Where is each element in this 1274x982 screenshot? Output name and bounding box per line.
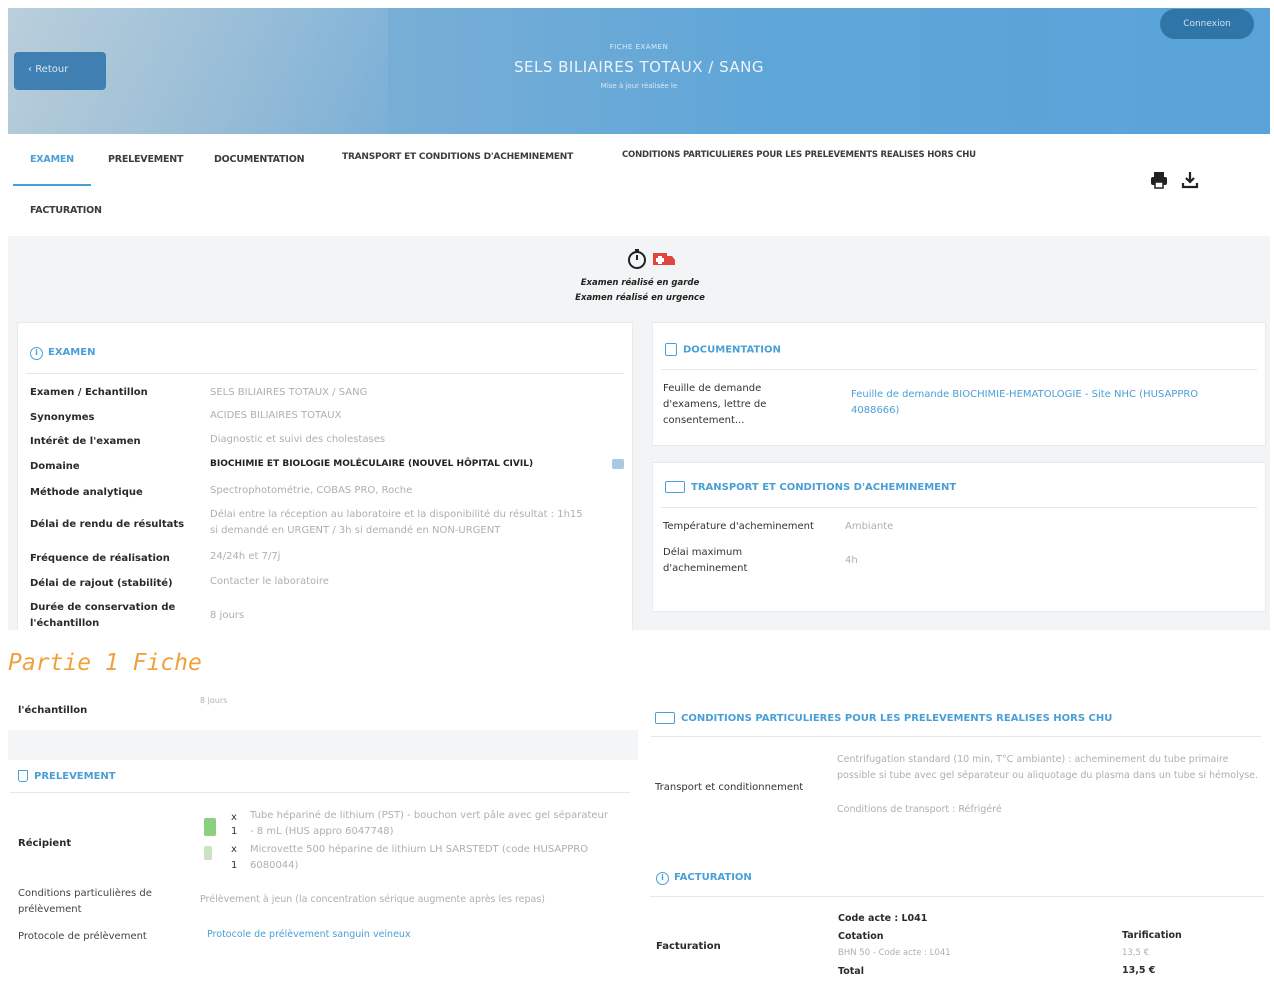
protocol-label: Protocole de prélèvement	[18, 931, 147, 942]
facturation-heading: i FACTURATION	[656, 872, 752, 885]
download-icon[interactable]	[1180, 170, 1200, 190]
tab-conditions-hors-chu[interactable]: CONDITIONS PARTICULIERES POUR LES PRELEV…	[622, 150, 976, 160]
examen-label-0: Examen / Echantillon	[30, 387, 148, 398]
print-icon[interactable]	[1149, 170, 1171, 190]
tab-transport[interactable]: TRANSPORT ET CONDITIONS D'ACHEMINEMENT	[342, 152, 573, 162]
examen-label-7: Délai de rajout (stabilité)	[30, 578, 173, 589]
examen-value-0: SELS BILIAIRES TOTAUX / SANG	[210, 387, 368, 398]
documentation-label: Feuille de demande d'examens, lettre de …	[663, 383, 767, 426]
page-title: SELS BILIAIRES TOTAUX / SANG	[514, 58, 764, 76]
examen-value-5: Délai entre la réception au laboratoire …	[210, 509, 583, 536]
examen-label-1: Synonymes	[30, 412, 95, 423]
tab-facturation[interactable]: FACTURATION	[30, 205, 102, 216]
examen-card: i EXAMEN Examen / Echantillon SELS BILIAI…	[17, 322, 633, 630]
timer-icon	[626, 248, 648, 270]
tarification-label: Tarification	[1122, 930, 1182, 941]
tarification-value: 13,5 €	[1122, 948, 1150, 958]
examen-label-6: Fréquence de réalisation	[30, 553, 170, 564]
hors-chu-value-1: Centrifugation standard (10 min, T°C amb…	[837, 754, 1259, 781]
badge-garde: Examen réalisé en garde	[580, 278, 700, 288]
documentation-heading: DOCUMENTATION	[665, 343, 781, 356]
part-label: Partie 1 Fiche	[8, 650, 202, 676]
badge-urgence: Examen réalisé en urgence	[575, 293, 705, 303]
examen-label-5: Délai de rendu de résultats	[30, 519, 185, 530]
documentation-card: DOCUMENTATION Feuille de demande d'exame…	[652, 322, 1266, 446]
examen-value-7: Contacter le laboratoire	[210, 576, 329, 587]
truck-icon	[655, 712, 675, 724]
examen-label-3: Domaine	[30, 461, 80, 472]
recipient-label: Récipient	[18, 838, 72, 849]
hors-chu-card: CONDITIONS PARTICULIERES POUR LES PRELEV…	[645, 694, 1269, 836]
tube-icon-small	[204, 846, 212, 860]
examen-label-4: Méthode analytique	[30, 487, 143, 498]
tube-icon-green	[204, 818, 216, 836]
prelevement-heading: PRELEVEMENT	[18, 770, 116, 782]
transport-heading: TRANSPORT ET CONDITIONS D'ACHEMINEMENT	[665, 481, 956, 493]
protocol-link[interactable]: Protocole de prélèvement sanguin veineux	[207, 929, 411, 940]
examen-label-8: Durée de conservation de l'échantillon	[30, 602, 176, 629]
conditions-label: Conditions particulières de prélèvement	[18, 888, 152, 915]
tab-documentation[interactable]: DOCUMENTATION	[214, 154, 305, 165]
examen-value-3: BIOCHIMIE ET BIOLOGIE MOLÉCULAIRE (NOUVE…	[210, 459, 534, 469]
page-overline: FICHE EXAMEN	[609, 43, 669, 51]
transport-temp-label: Température d'acheminement	[663, 521, 814, 532]
continued-value: 8 jours	[200, 696, 228, 705]
recipient-item1-x: x	[231, 812, 237, 823]
lower-background	[8, 730, 638, 760]
tab-prelevement[interactable]: PRELEVEMENT	[108, 154, 184, 165]
login-button[interactable]: Connexion	[1160, 9, 1254, 39]
tab-active-indicator	[13, 184, 91, 186]
examen-heading: i EXAMEN	[30, 347, 95, 360]
recipient-item2-text: Microvette 500 héparine de lithium LH SA…	[250, 844, 589, 871]
external-link-icon[interactable]	[612, 459, 624, 469]
recipient-item2-qty: 1	[231, 860, 238, 871]
facturation-code-acte: Code acte : L041	[838, 913, 928, 924]
conditions-value: Prélèvement à jeun (la concentration sér…	[200, 894, 546, 905]
hors-chu-heading: CONDITIONS PARTICULIERES POUR LES PRELEV…	[655, 712, 1112, 724]
transport-temp-value: Ambiante	[845, 521, 894, 532]
documentation-link[interactable]: Feuille de demande BIOCHIMIE-HEMATOLOGIE…	[851, 387, 1231, 419]
tarification-total: 13,5 €	[1122, 965, 1156, 976]
examen-value-2: Diagnostic et suivi des cholestases	[210, 434, 386, 445]
examen-value-6: 24/24h et 7/7j	[210, 551, 281, 562]
tab-examen[interactable]: EXAMEN	[30, 154, 74, 165]
transport-delay-label: Délai maximum d'acheminement	[663, 547, 748, 574]
examen-value-4: Spectrophotométrie, COBAS PRO, Roche	[210, 485, 413, 496]
examen-value-8: 8 jours	[210, 610, 245, 621]
header-banner: ‹ Retour FICHE EXAMEN SELS BILIAIRES TOT…	[8, 8, 1270, 134]
facturation-cotation: Cotation	[838, 931, 884, 942]
facturation-label: Facturation	[656, 941, 721, 952]
recipient-item1-qty: 1	[231, 826, 238, 837]
page-subline: Mise à jour réalisée le	[600, 82, 678, 90]
transport-card: TRANSPORT ET CONDITIONS D'ACHEMINEMENT T…	[652, 462, 1266, 612]
info-icon: i	[656, 872, 669, 885]
hors-chu-label: Transport et conditionnement	[655, 782, 804, 793]
flask-icon	[18, 770, 28, 782]
recipient-item2-x: x	[231, 844, 237, 855]
ambulance-icon	[652, 250, 676, 268]
facturation-total: Total	[838, 966, 864, 977]
document-icon	[665, 343, 677, 356]
hors-chu-value-2: Conditions de transport : Réfrigéré	[837, 804, 1002, 815]
continued-label: l'échantillon	[18, 705, 88, 716]
facturation-cotation-detail: BHN 50 - Code acte : L041	[838, 948, 951, 958]
examen-label-2: Intérêt de l'examen	[30, 436, 141, 447]
truck-icon	[665, 481, 685, 493]
transport-delay-value: 4h	[845, 555, 858, 566]
examen-value-1: ACIDES BILIAIRES TOTAUX	[210, 410, 342, 421]
recipient-item1-text: Tube hépariné de lithium (PST) - bouchon…	[250, 810, 608, 837]
info-icon: i	[30, 347, 43, 360]
